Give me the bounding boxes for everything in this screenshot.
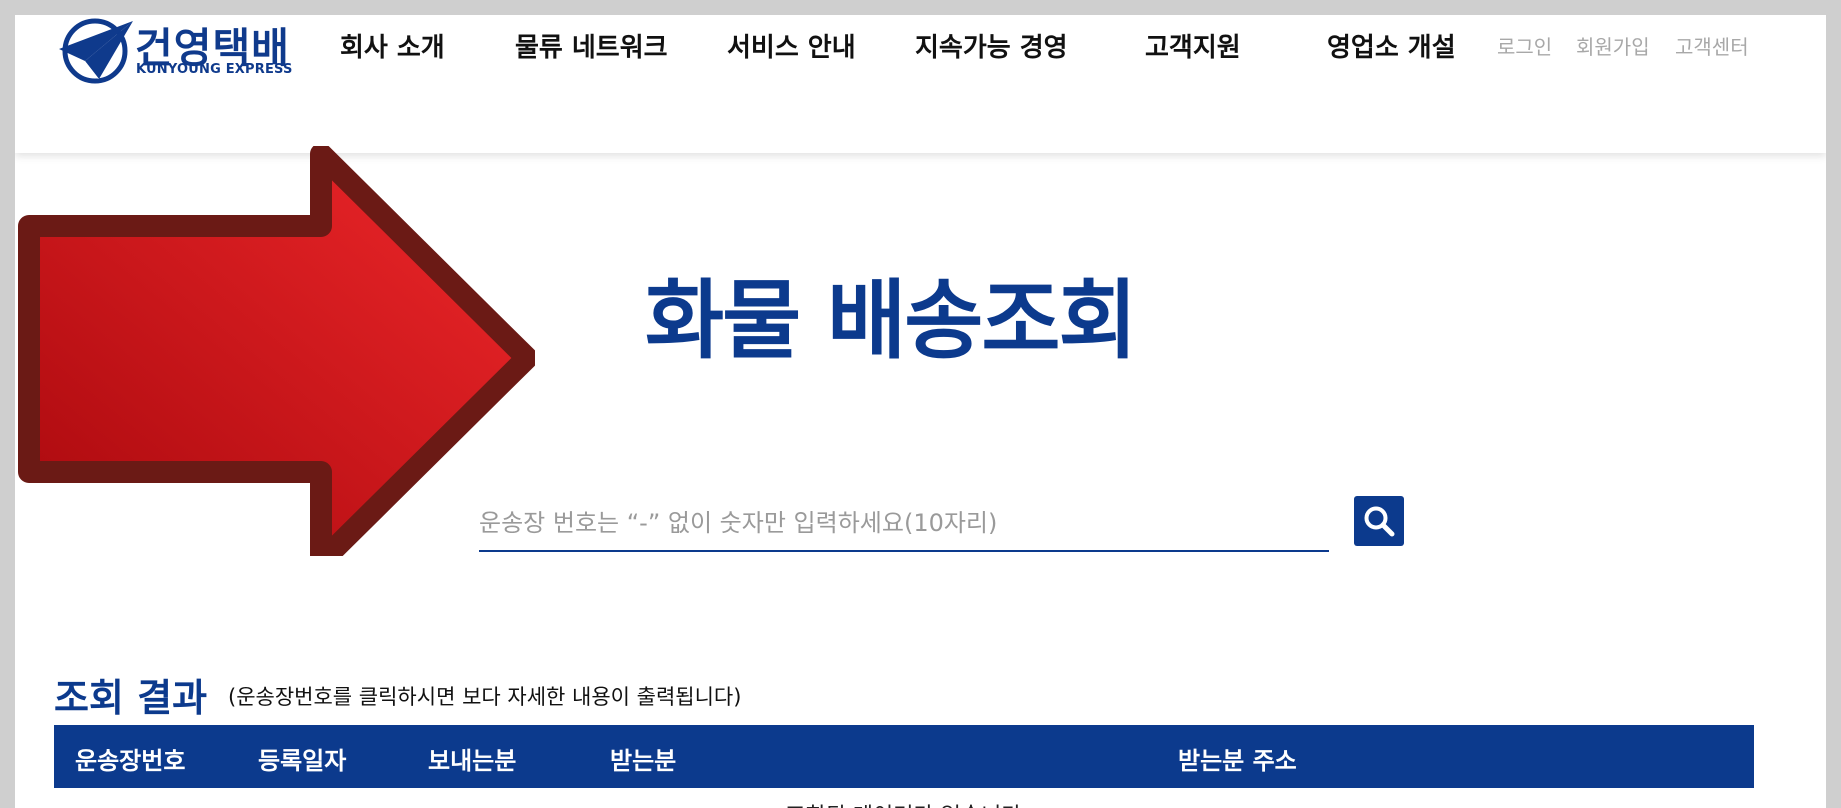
nav-item-sustainability[interactable]: 지속가능 경영 (915, 27, 1068, 64)
page-frame: 건영택배 KUNYOUNG EXPRESS 회사 소개 물류 네트워크 서비스 … (15, 15, 1826, 808)
signup-link[interactable]: 회원가입 (1576, 31, 1650, 60)
no-results-message: 조회된 데이터가 없습니다 (785, 798, 1022, 808)
logo-name-en: KUNYOUNG EXPRESS (136, 62, 293, 77)
results-note: (운송장번호를 클릭하시면 보다 자세한 내용이 출력됩니다) (228, 685, 742, 709)
logo[interactable]: 건영택배 KUNYOUNG EXPRESS (55, 15, 307, 85)
search-field (479, 500, 1329, 552)
column-recipient: 받는분 (610, 747, 677, 775)
site-header: 건영택배 KUNYOUNG EXPRESS 회사 소개 물류 네트워크 서비스 … (15, 15, 1826, 153)
column-sender: 보내는분 (428, 747, 517, 775)
nav-item-network[interactable]: 물류 네트워크 (515, 27, 668, 64)
nav-item-support[interactable]: 고객지원 (1145, 27, 1241, 64)
column-recipient-address: 받는분 주소 (1178, 747, 1297, 775)
nav-item-service[interactable]: 서비스 안내 (727, 27, 856, 64)
red-arrow-icon (18, 146, 535, 556)
logo-plane-icon (59, 18, 133, 84)
tracking-number-input[interactable] (479, 500, 1329, 546)
page-title: 화물 배송조회 (645, 271, 1138, 371)
results-table-header: 운송장번호 등록일자 보내는분 받는분 받는분 주소 (54, 725, 1754, 788)
nav-item-company[interactable]: 회사 소개 (340, 27, 445, 64)
column-registered-date: 등록일자 (258, 747, 347, 775)
nav-item-branch[interactable]: 영업소 개설 (1327, 27, 1456, 64)
column-tracking-number: 운송장번호 (75, 747, 186, 775)
search-icon (1364, 506, 1395, 537)
login-link[interactable]: 로그인 (1497, 31, 1552, 60)
results-title: 조회 결과 (54, 676, 208, 720)
customer-center-link[interactable]: 고객센터 (1675, 31, 1749, 60)
search-button[interactable] (1354, 496, 1404, 546)
